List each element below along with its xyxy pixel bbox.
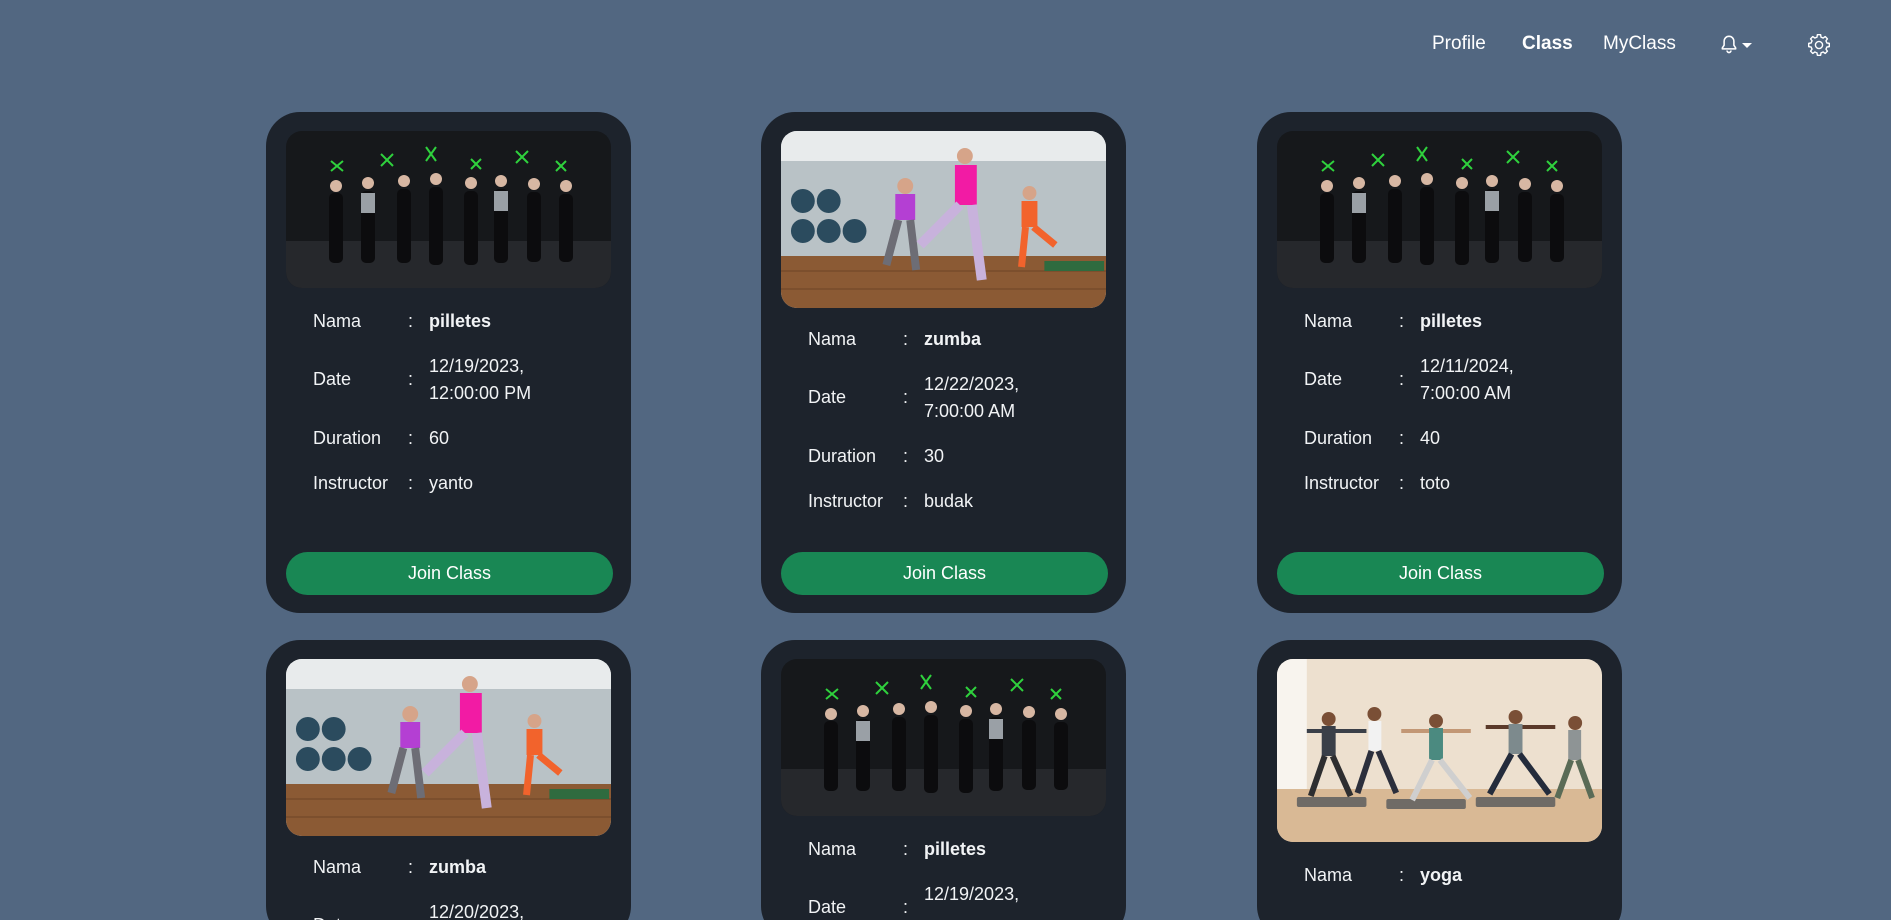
zumba-studio-dance-photo bbox=[286, 659, 611, 836]
class-date: 12/22/2023, 7:00:00 AM bbox=[924, 374, 1020, 421]
class-details: Nama: yoga bbox=[1304, 862, 1602, 907]
instructor-label: Instructor bbox=[808, 491, 884, 511]
colon: : bbox=[903, 839, 909, 859]
duration-label: Duration bbox=[313, 428, 382, 448]
duration-label: Duration bbox=[1304, 428, 1373, 448]
class-instructor: yanto bbox=[429, 473, 474, 493]
instructor-label: Instructor bbox=[1304, 473, 1380, 493]
class-name: zumba bbox=[429, 857, 487, 877]
nav-profile-link[interactable]: Profile bbox=[1432, 33, 1486, 55]
settings-button[interactable] bbox=[1806, 32, 1832, 58]
nama-label: Nama bbox=[808, 329, 857, 349]
class-date: 12/19/2023, bbox=[924, 884, 1020, 904]
class-photo bbox=[1277, 659, 1602, 842]
nama-label: Nama bbox=[1304, 865, 1353, 885]
zumba-studio-dance-photo bbox=[781, 131, 1106, 308]
nama-label: Nama bbox=[313, 311, 362, 331]
class-details: Nama: pilletes Date:12/19/2023, bbox=[808, 836, 1106, 920]
colon: : bbox=[408, 428, 414, 448]
colon: : bbox=[408, 473, 414, 493]
class-card: Nama: pilletes Date:12/11/2024, 7:00:00 AM… bbox=[1257, 112, 1622, 613]
colon: : bbox=[903, 329, 909, 349]
colon: : bbox=[408, 857, 414, 877]
join-class-button[interactable]: Join Class bbox=[781, 552, 1108, 595]
class-photo bbox=[286, 659, 611, 836]
colon: : bbox=[408, 311, 414, 331]
class-card: Nama: zumba Date:12/22/2023, 7:00:00 AM Du… bbox=[761, 112, 1126, 613]
bell-icon bbox=[1721, 35, 1737, 54]
class-name: zumba bbox=[924, 329, 982, 349]
colon: : bbox=[903, 491, 909, 511]
join-class-button[interactable]: Join Class bbox=[1277, 552, 1604, 595]
class-duration: 30 bbox=[924, 446, 945, 466]
top-navbar: Profile Class MyClass bbox=[0, 0, 1891, 92]
class-details: Nama: pilletes Date:12/19/2023, 12:00:00 P… bbox=[313, 308, 611, 515]
class-instructor: toto bbox=[1420, 473, 1451, 493]
notifications-dropdown[interactable] bbox=[1720, 34, 1754, 58]
date-label: Date bbox=[1304, 369, 1343, 389]
colon: : bbox=[1399, 369, 1405, 389]
pilates-group-dance-photo bbox=[1277, 131, 1602, 288]
class-date: 12/19/2023, 12:00:00 PM bbox=[429, 356, 532, 403]
class-details: Nama:zumba Date:12/20/2023, bbox=[313, 854, 611, 920]
class-card: Nama:zumba Date:12/20/2023, bbox=[266, 640, 631, 920]
colon: : bbox=[903, 387, 909, 407]
colon: : bbox=[408, 899, 429, 920]
class-date: 12/20/2023, bbox=[429, 902, 525, 920]
colon: : bbox=[903, 897, 909, 917]
colon: : bbox=[1399, 865, 1405, 885]
colon: : bbox=[408, 369, 414, 389]
join-class-button[interactable]: Join Class bbox=[286, 552, 613, 595]
nama-label: Nama bbox=[808, 839, 857, 859]
class-name: yoga bbox=[1420, 865, 1463, 885]
gear-icon bbox=[1808, 34, 1830, 56]
pilates-group-dance-photo bbox=[781, 659, 1106, 816]
colon: : bbox=[1399, 473, 1405, 493]
class-name: pilletes bbox=[1420, 311, 1483, 331]
class-name: pilletes bbox=[429, 311, 492, 331]
nama-label: Nama bbox=[1304, 311, 1353, 331]
class-details: Nama: pilletes Date:12/11/2024, 7:00:00 AM… bbox=[1304, 308, 1602, 515]
pilates-group-dance-photo bbox=[286, 131, 611, 288]
class-details: Nama: zumba Date:12/22/2023, 7:00:00 AM Du… bbox=[808, 326, 1106, 533]
class-duration: 60 bbox=[429, 428, 450, 448]
instructor-label: Instructor bbox=[313, 473, 389, 493]
colon: : bbox=[1399, 311, 1405, 331]
class-name: pilletes bbox=[924, 839, 987, 859]
class-card: Nama: pilletes Date:12/19/2023, 12:00:00 P… bbox=[266, 112, 631, 613]
chevron-down-icon bbox=[1742, 43, 1752, 48]
colon: : bbox=[903, 446, 909, 466]
date-label: Date bbox=[313, 369, 352, 389]
class-card: Nama: yoga bbox=[1257, 640, 1622, 920]
class-photo bbox=[781, 659, 1106, 816]
date-label: Date bbox=[808, 897, 847, 917]
duration-label: Duration bbox=[808, 446, 877, 466]
colon: : bbox=[1399, 428, 1405, 448]
yoga-class-photo bbox=[1277, 659, 1602, 842]
class-card: Nama: pilletes Date:12/19/2023, bbox=[761, 640, 1126, 920]
nav-class-link[interactable]: Class bbox=[1522, 33, 1573, 55]
date-label: Date bbox=[313, 899, 408, 920]
class-photo bbox=[286, 131, 611, 288]
nav-myclass-link[interactable]: MyClass bbox=[1603, 33, 1676, 55]
class-instructor: budak bbox=[924, 491, 974, 511]
class-photo bbox=[1277, 131, 1602, 288]
date-label: Date bbox=[808, 387, 847, 407]
class-duration: 40 bbox=[1420, 428, 1441, 448]
nama-label: Nama bbox=[313, 857, 362, 877]
class-date: 12/11/2024, 7:00:00 AM bbox=[1420, 356, 1514, 403]
class-photo bbox=[781, 131, 1106, 308]
